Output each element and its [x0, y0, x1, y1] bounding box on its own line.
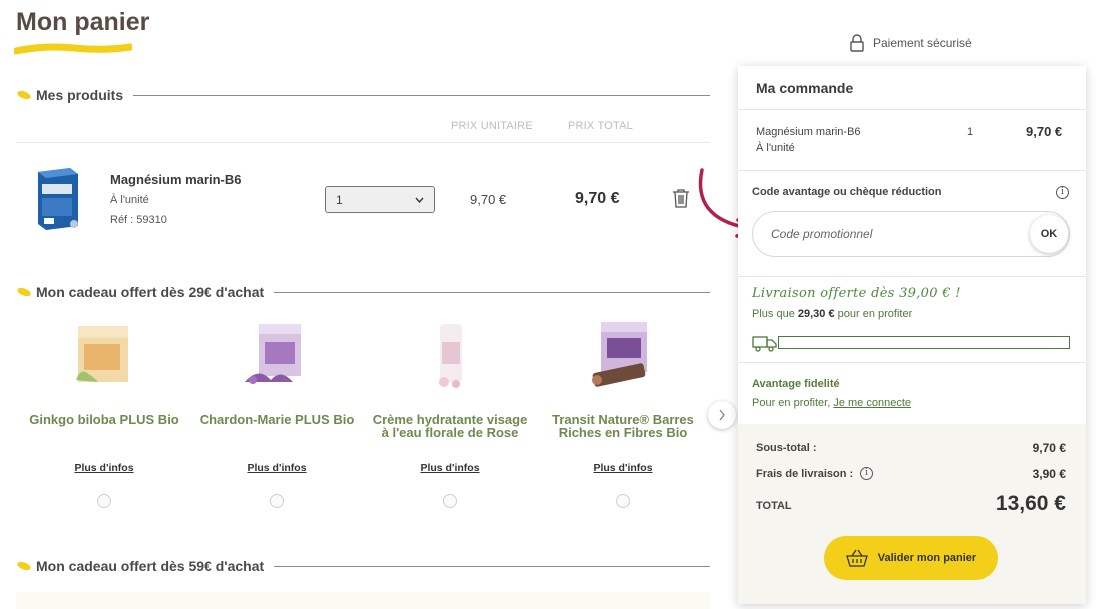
free-shipping-amount: 29,30 €: [797, 308, 835, 320]
gift-more-info-link[interactable]: Plus d'infos: [197, 462, 357, 474]
gift-59-section-label: Mon cadeau offert dès 59€ d'achat: [36, 558, 265, 574]
gift-card: Chardon-Marie PLUS Bio Plus d'infos: [197, 320, 357, 520]
lock-icon: [850, 34, 864, 52]
free-shipping-remaining: Plus que 29,30 € pour en profiter: [752, 308, 912, 320]
products-section-header: Mes produits: [16, 87, 710, 103]
fidelity-title: Avantage fidelité: [752, 378, 840, 390]
order-item-name: Magnésium marin-B6: [756, 126, 861, 138]
gift-radio[interactable]: [616, 494, 630, 508]
trash-icon[interactable]: [672, 188, 690, 208]
divider: [738, 362, 1086, 363]
order-item-qty: 1: [967, 126, 974, 138]
validate-cart-label: Valider mon panier: [877, 552, 977, 564]
column-header-total-price: PRIX TOTAL: [568, 120, 633, 132]
divider: [274, 291, 710, 293]
free-shipping-suffix: pour en profiter: [837, 308, 913, 320]
shipping-fee-value: 3,90 €: [1032, 467, 1066, 481]
quantity-value: 1: [336, 192, 343, 207]
secure-payment: Paiement sécurisé: [849, 34, 972, 52]
divider: [738, 276, 1086, 277]
basket-icon: [845, 549, 868, 567]
gift-radio[interactable]: [270, 494, 284, 508]
gift-image[interactable]: [241, 320, 313, 392]
chevron-down-icon: [415, 197, 424, 203]
gift-name[interactable]: Ginkgo biloba PLUS Bio: [24, 413, 184, 426]
gift-59-section-header: Mon cadeau offert dès 59€ d'achat: [16, 558, 710, 574]
gift-29-section-header: Mon cadeau offert dès 29€ d'achat: [16, 284, 710, 300]
divider: [738, 170, 1086, 171]
divider: [738, 109, 1086, 110]
gift-card: Crème hydratante visage à l'eau florale …: [370, 320, 530, 520]
gift-name[interactable]: Transit Nature® Barres Riches en Fibres …: [543, 413, 703, 439]
products-section-label: Mes produits: [36, 87, 124, 103]
info-icon[interactable]: i: [860, 467, 873, 480]
divider: [16, 142, 710, 143]
leaf-icon: [17, 287, 31, 297]
product-unit-price: 9,70 €: [470, 192, 507, 207]
order-item-unit: À l'unité: [756, 142, 795, 154]
secure-payment-label: Paiement sécurisé: [873, 36, 972, 50]
promo-code-input[interactable]: [771, 227, 1001, 241]
gift-radio[interactable]: [97, 494, 111, 508]
product-image[interactable]: [30, 166, 86, 232]
divider: [133, 94, 710, 96]
gift-29-section-label: Mon cadeau offert dès 29€ d'achat: [36, 284, 265, 300]
total-value: 13,60 €: [995, 492, 1066, 515]
gift-card: Ginkgo biloba PLUS Bio Plus d'infos: [24, 320, 184, 520]
product-name[interactable]: Magnésium marin-B6: [110, 172, 241, 187]
promo-ok-button[interactable]: OK: [1030, 215, 1068, 253]
info-icon[interactable]: i: [1056, 186, 1069, 199]
order-summary-panel: Ma commande Magnésium marin-B6 À l'unité…: [738, 66, 1086, 604]
page-title: Mon panier: [16, 8, 150, 36]
subtotal-label: Sous-total :: [756, 442, 817, 454]
gift-radio[interactable]: [443, 494, 457, 508]
leaf-icon: [17, 90, 31, 100]
free-shipping-progress-bar: [778, 336, 1070, 349]
carousel-next-button[interactable]: [708, 401, 736, 429]
product-reference: Réf : 59310: [110, 214, 167, 226]
gift-name[interactable]: Crème hydratante visage à l'eau florale …: [370, 413, 530, 439]
order-totals: Sous-total : 9,70 € Frais de livraison :…: [738, 424, 1086, 604]
total-label: TOTAL: [756, 500, 792, 512]
gift-name[interactable]: Chardon-Marie PLUS Bio: [197, 413, 357, 426]
shipping-fee-label: Frais de livraison :: [756, 468, 854, 480]
chevron-right-icon: [719, 409, 725, 421]
gift-more-info-link[interactable]: Plus d'infos: [543, 462, 703, 474]
gift-more-info-link[interactable]: Plus d'infos: [24, 462, 184, 474]
column-header-unit-price: PRIX UNITAIRE: [451, 120, 533, 132]
promo-code-field: OK: [752, 211, 1070, 257]
gift-59-content: [16, 592, 710, 609]
gift-more-info-link[interactable]: Plus d'infos: [370, 462, 530, 474]
gift-image[interactable]: [587, 320, 659, 392]
title-underline-swash: [14, 43, 132, 55]
gift-image[interactable]: [68, 320, 140, 392]
gift-image[interactable]: [414, 320, 486, 392]
quantity-select[interactable]: 1: [325, 186, 435, 213]
gift-card: Transit Nature® Barres Riches en Fibres …: [543, 320, 703, 520]
product-unit: À l'unité: [110, 194, 149, 206]
validate-cart-button[interactable]: Valider mon panier: [824, 536, 998, 580]
order-panel-title: Ma commande: [756, 80, 854, 96]
free-shipping-headline: Livraison offerte dès 39,00 € !: [752, 286, 961, 301]
order-item-price: 9,70 €: [1026, 124, 1063, 139]
fidelity-text: Pour en profiter, Je me connecte: [752, 397, 911, 409]
subtotal-value: 9,70 €: [1032, 441, 1066, 455]
free-shipping-prefix: Plus que: [752, 308, 795, 320]
login-link[interactable]: Je me connecte: [833, 397, 911, 409]
truck-icon: [752, 336, 777, 352]
promo-code-label: Code avantage ou chèque réduction: [752, 186, 942, 198]
leaf-icon: [17, 561, 31, 571]
fidelity-prefix: Pour en profiter,: [752, 397, 831, 409]
product-total-price: 9,70 €: [575, 190, 620, 207]
divider: [274, 565, 710, 567]
